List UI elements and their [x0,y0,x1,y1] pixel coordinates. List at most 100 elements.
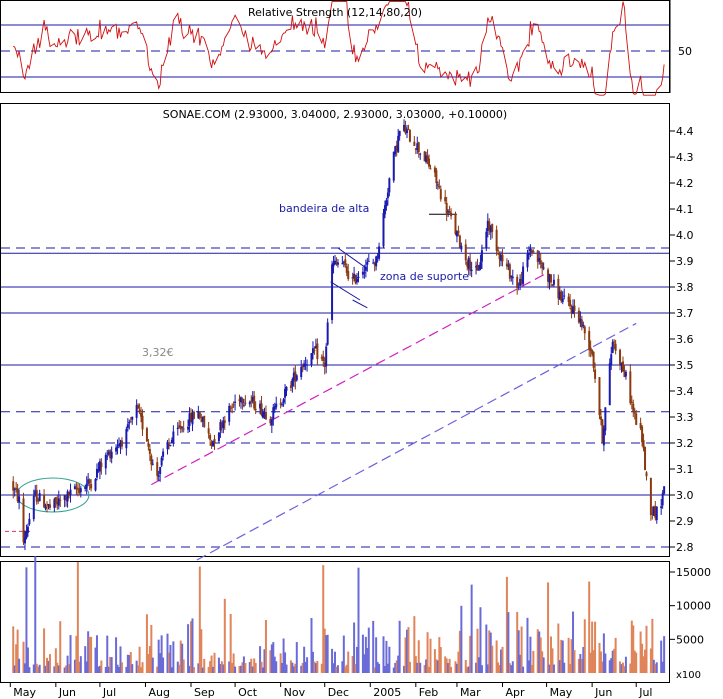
candle-body [419,153,422,155]
candle-body [88,479,91,484]
candle-body [552,279,555,285]
candle-body [569,300,572,307]
candle-body [264,412,267,420]
support-label: zona de suporte [380,270,469,283]
volume-bar [336,665,339,673]
price-label: 3,32€ [142,346,174,359]
candle-body [522,266,525,285]
candle-body [435,170,438,184]
candle-body [35,490,38,502]
volume-bar [655,662,658,673]
candle-body [632,403,635,412]
candle-body [234,401,237,404]
candle-body [608,363,611,406]
volume-bar [408,661,411,673]
volume-bar [480,665,483,673]
candle-body [392,151,395,181]
candle-body [450,212,453,217]
volume-unit-label: x100 [676,670,701,681]
candle-body [23,537,26,544]
candle-body [26,526,29,533]
candle-body [439,189,442,200]
candle-body [397,135,400,153]
candle-body [254,408,257,411]
price-tick-label: 4.1 [676,203,694,216]
candle-body [633,412,636,414]
volume-bar [347,651,350,673]
x-tick-label: Dec [328,686,349,699]
volume-bar [306,657,309,673]
candle-body [641,426,644,443]
candle-body [621,361,624,372]
volume-tick-label: 15000 [676,566,711,579]
volume-bar [59,621,62,673]
price-tick-label: 4.0 [676,229,694,242]
volume-bar [378,663,381,673]
price-tick-label: 3.4 [676,385,694,398]
volume-bar [522,666,525,673]
candle-body [100,462,103,468]
candle-body [147,442,150,447]
volume-bar [426,632,429,673]
candle-body [479,262,482,270]
candle-body [464,244,467,261]
candle-body [241,398,244,404]
volume-bar [28,667,31,673]
candle-body [295,375,298,381]
candle-body [661,493,664,506]
volume-bar [326,634,329,673]
candle-body [604,407,607,431]
candle-body [610,354,613,365]
candle-body [516,276,519,289]
volume-bar [69,635,72,673]
x-tick-label: 2005 [373,686,401,699]
volume-bar [34,556,37,673]
volume-bar [645,625,648,673]
price-tick-label: 4.4 [676,125,694,138]
candle-body [413,141,416,146]
candle-body [532,251,535,253]
candle-body [364,266,367,271]
volume-panel: 15000 10000 5000 [12,556,711,673]
price-tick-label: 3.5 [676,359,694,372]
candle-body [388,178,391,193]
price-tick-label: 3.9 [676,255,694,268]
candle-body [501,254,504,262]
candle-body [79,488,82,493]
candle-body [644,446,647,470]
price-panel: 4.4 4.3 4.2 4.1 4.0 3.9 3.8 3.7 3.6 3.5 3.4 3.3 3.2 3… [1,119,694,561]
candle-body [517,286,520,288]
volume-bar [151,657,154,673]
candle-body [38,493,41,502]
x-tick-label: Aug [148,686,169,699]
candle-body [137,404,140,409]
candle-body [172,431,175,443]
volume-bar [552,664,555,673]
candle-body [344,259,347,266]
candle-body [22,498,25,543]
x-tick-label: Jul [638,686,652,699]
candle-body [563,295,566,297]
volume-bar [635,652,638,673]
price-tick-label: 3.1 [676,463,694,476]
candle-body [157,475,160,477]
candle-body [527,252,530,255]
candle-body [181,426,184,428]
volume-tick-label: 5000 [676,633,704,646]
candle-body [429,168,432,170]
x-tick-label: Sep [194,686,215,699]
candle-body [582,324,585,326]
candle-body [69,489,72,495]
candle-body [510,275,513,277]
candle-body [663,486,666,494]
volume-bar [429,638,432,673]
candle-body [655,506,658,521]
volume-bar [316,660,319,673]
candle-body [347,271,350,280]
volume-bar [172,641,175,673]
candle-body [18,496,21,503]
candle-body [599,416,602,420]
candle-body [645,472,648,477]
rsi-title: Relative Strength (12,14,80,20) [248,6,422,19]
volume-bar [388,646,391,673]
